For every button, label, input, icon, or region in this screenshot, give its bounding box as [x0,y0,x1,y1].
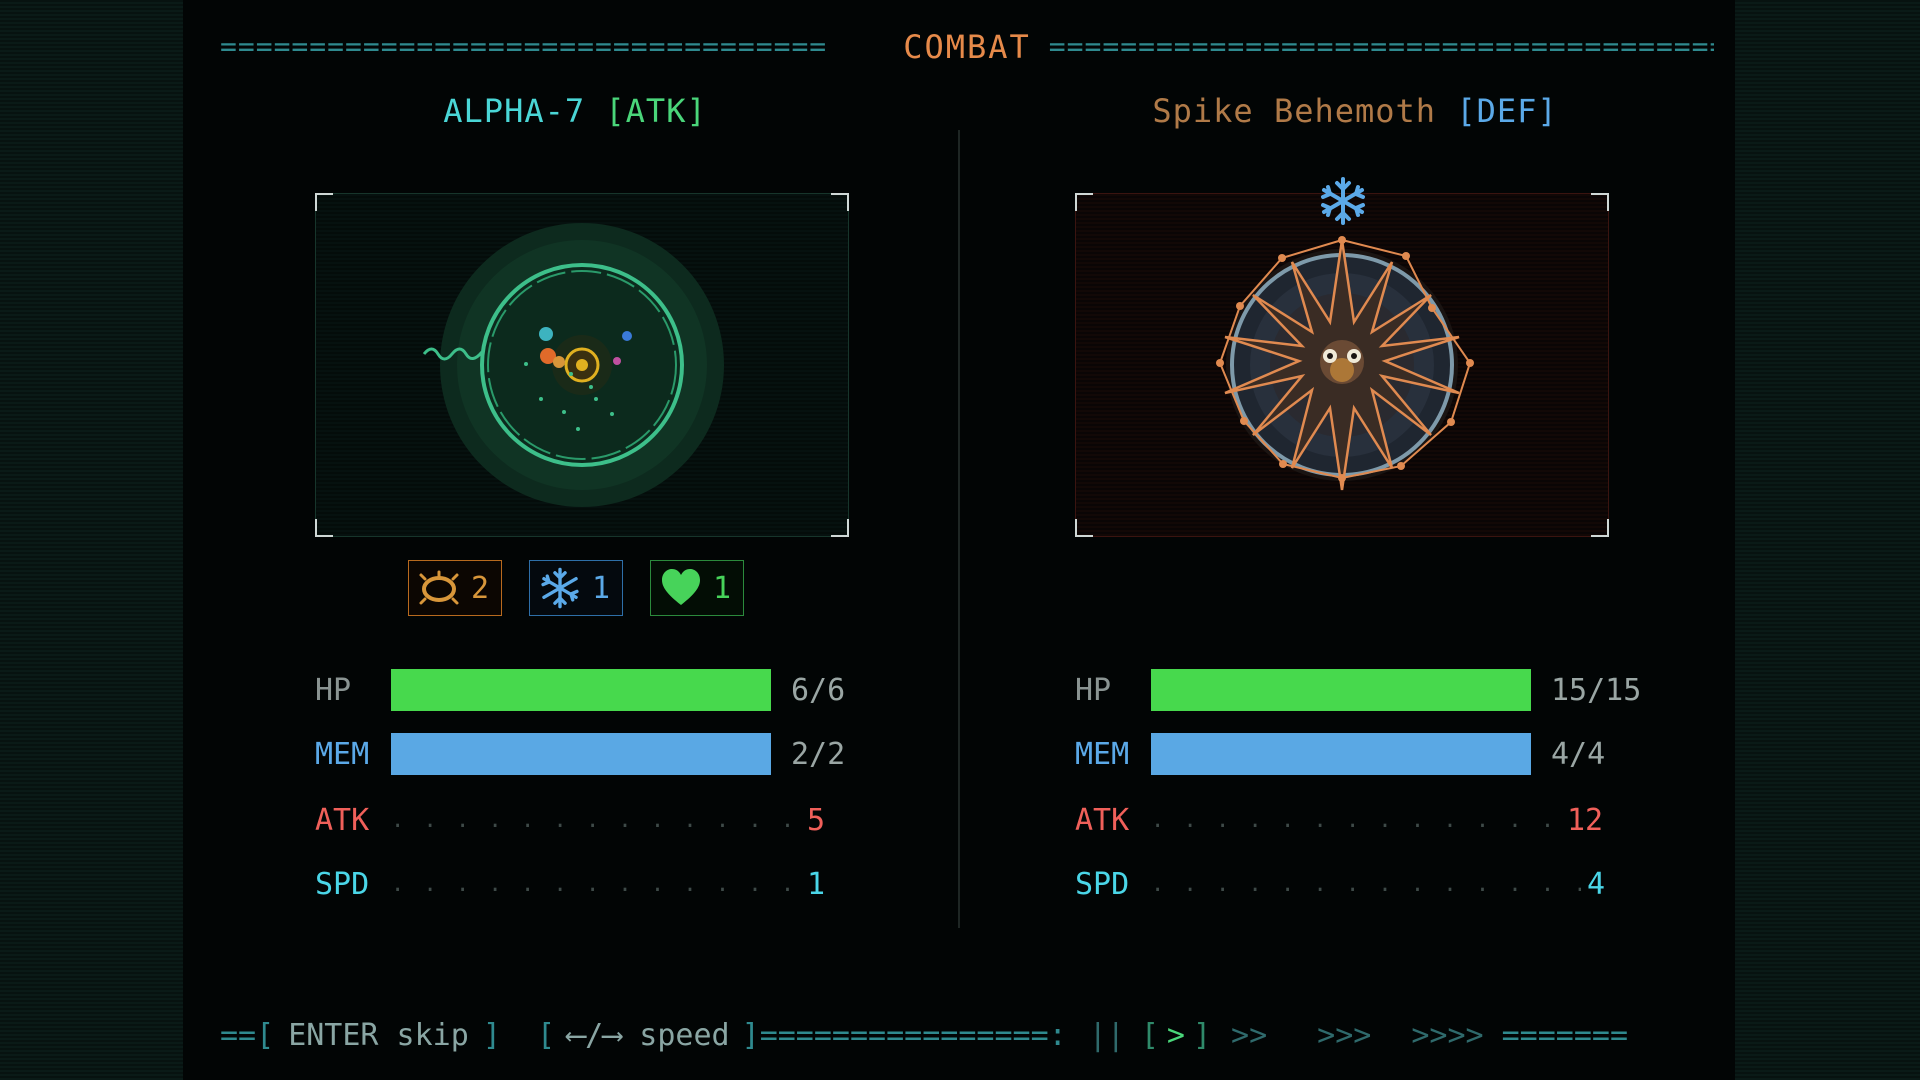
player-mem-value: 2/2 [791,736,846,772]
mem-bar-fill [391,733,771,775]
enemy-role: [DEF] [1456,92,1558,130]
enemy-spd-value: 4 [1587,866,1606,902]
enemy-hp-value: 15/15 [1551,672,1642,708]
combat-header: ================================== COMBA… [220,22,1714,72]
buff-thorns[interactable]: 2 [408,560,502,616]
dot-leader: . . . . . . . . . . . . . . . . . . . . … [1151,807,1561,833]
player-cell-sprite [422,223,724,507]
player-name-heading: ALPHA-7 [ATK] [315,86,835,136]
center-divider [958,130,960,928]
player-role: [ATK] [605,92,707,130]
enemy-atk-row: ATK . . . . . . . . . . . . . . . . . . … [1075,798,1603,842]
combat-title: COMBAT [903,28,1031,66]
enemy-hp-row: HP 15/15 [1075,668,1641,712]
combat-panel: ================================== COMBA… [183,0,1735,1080]
snowflake-icon [1321,177,1365,225]
header-dash-left: ================================== [220,30,828,63]
speed-pause[interactable]: || [1089,1018,1125,1053]
atk-label: ATK [315,802,370,838]
buff-count: 2 [471,570,490,606]
mem-label: MEM [315,736,370,772]
hp-label: HP [315,672,352,708]
speed-bracket-close: ] [1192,1017,1212,1053]
header-dash-right: ====================================== [1048,30,1714,63]
footer-bracket-close: ] [741,1017,760,1053]
player-mem-row: MEM 2/2 [315,732,845,776]
player-portrait [315,193,849,537]
enemy-spd-row: SPD . . . . . . . . . . . . . . . . . . … [1075,862,1605,906]
hp-bar-fill [1151,669,1531,711]
thorn-ring-icon [419,570,459,605]
player-spd-row: SPD . . . . . . . . . . . . . . . . . . … [315,862,825,906]
player-hp-bar [391,669,771,711]
atk-label: ATK [1075,802,1130,838]
footer-dash: ================: [759,1017,1067,1053]
enemy-hp-bar [1151,669,1531,711]
speed-bracket-open: [ [1140,1017,1159,1053]
player-atk-value: 5 [807,802,826,838]
player-buffs: 2 1 1 [408,560,744,618]
snowflake-icon [541,567,579,609]
enemy-behemoth-sprite [1216,236,1474,491]
buff-regen[interactable]: 1 [650,560,744,616]
enemy-name: Spike Behemoth [1152,92,1437,130]
dot-leader: . . . . . . . . . . . . . . . . . . . . … [391,807,801,833]
buff-count: 1 [592,570,611,606]
enemy-mem-bar [1151,733,1531,775]
mem-label: MEM [1075,736,1130,772]
hp-bar-fill [391,669,771,711]
player-mem-bar [391,733,771,775]
spd-label: SPD [315,866,370,902]
dot-leader: . . . . . . . . . . . . . . . . . . . . … [1151,871,1581,897]
player-spd-value: 1 [807,866,826,902]
enemy-mem-value: 4/4 [1551,736,1606,772]
mem-bar-fill [1151,733,1531,775]
footer-bracket: ] [ [482,1017,556,1053]
hp-label: HP [1075,672,1112,708]
enemy-portrait [1075,193,1609,537]
speed-arrows-hint[interactable]: ⟵/⟶ speed [567,1018,730,1053]
left-background-strip [0,0,183,1080]
player-atk-row: ATK . . . . . . . . . . . . . . . . . . … [315,798,825,842]
player-hp-row: HP 6/6 [315,668,845,712]
enter-skip-hint[interactable]: ENTER skip [288,1018,469,1053]
footer-open: ==[ [220,1017,275,1053]
spd-label: SPD [1075,866,1130,902]
heart-icon [662,569,700,605]
speed-2x[interactable]: >> [1231,1018,1267,1053]
controls-footer: ==[ ENTER skip ] [ ⟵/⟶ speed ] =========… [220,1012,1714,1058]
enemy-atk-value: 12 [1567,802,1604,838]
player-hp-value: 6/6 [791,672,846,708]
player-name: ALPHA-7 [443,92,586,130]
speed-4x[interactable]: >>>> [1411,1018,1483,1053]
enemy-name-heading: Spike Behemoth [DEF] [1075,86,1635,136]
speed-1x[interactable]: > [1167,1018,1185,1053]
speed-3x[interactable]: >>> [1317,1018,1371,1053]
dot-leader: . . . . . . . . . . . . . . . . . . . . … [391,871,801,897]
buff-frost[interactable]: 1 [529,560,623,616]
buff-count: 1 [713,570,732,606]
enemy-mem-row: MEM 4/4 [1075,732,1605,776]
right-background-strip [1735,0,1920,1080]
footer-end-dash: ======= [1501,1017,1629,1053]
